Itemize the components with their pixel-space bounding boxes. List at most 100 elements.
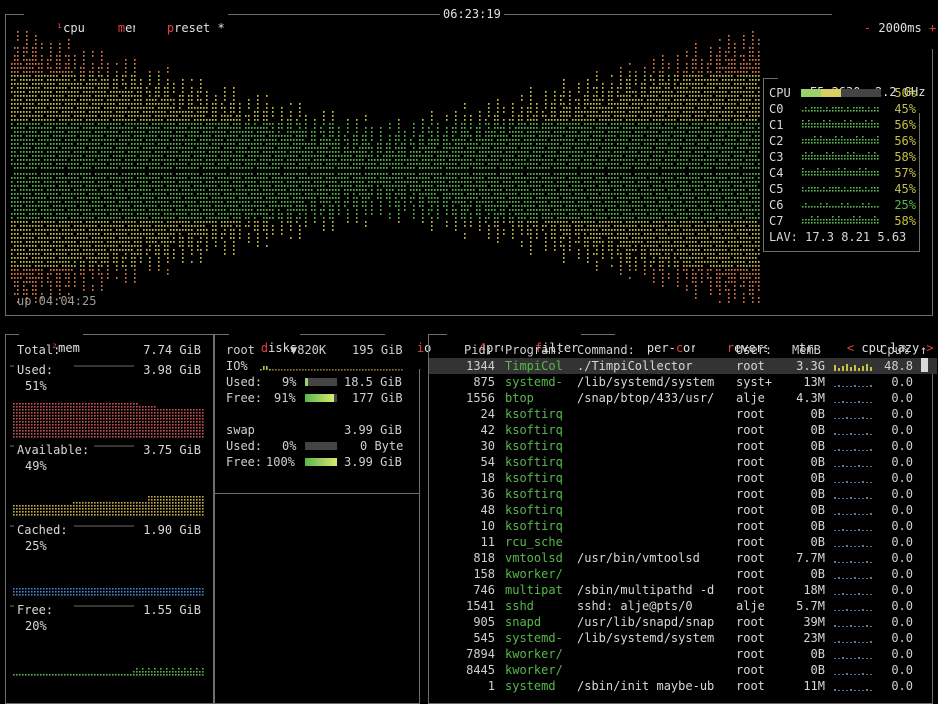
cpu-graph-dot [38, 233, 40, 235]
cpu-graph-dot [359, 147, 361, 149]
cpu-graph-dot [47, 173, 49, 175]
cpu-graph-dot [44, 245, 46, 247]
cpu-graph-dot [191, 91, 193, 93]
cpu-graph-dot [11, 273, 13, 275]
cpu-graph-dot [86, 139, 88, 141]
cpu-graph-dot [317, 173, 319, 175]
cpu-graph-dot [116, 177, 118, 179]
cpu-graph-dot [125, 163, 127, 165]
cpu-graph-dot [275, 205, 277, 207]
cpu-graph-dot [95, 111, 97, 113]
cpu-graph-dot [290, 155, 292, 157]
cpu-graph-dot [113, 151, 115, 153]
cpu-graph-dot [146, 181, 148, 183]
cpu-graph-dot [47, 119, 49, 121]
cpu-graph-dot [392, 189, 394, 191]
cpu-graph-dot [263, 181, 265, 183]
cpu-graph-dot [251, 173, 253, 175]
cpu-graph-dot [65, 241, 67, 243]
cpu-graph-dot [425, 181, 427, 183]
cpu-graph-dot [20, 83, 22, 85]
cpu-graph-dot [125, 123, 127, 125]
cpu-graph-dot [38, 217, 40, 219]
cpu-graph-dot [176, 143, 178, 145]
cpu-graph-dot [74, 173, 76, 175]
cpu-graph-dot [116, 249, 118, 251]
cpu-graph-dot [320, 167, 322, 169]
cpu-graph-dot [398, 201, 400, 203]
cpu-graph-dot [17, 59, 19, 61]
cpu-graph-dot [71, 193, 73, 195]
cpu-graph-dot [41, 221, 43, 223]
cpu-graph-dot [323, 193, 325, 195]
cpu-graph-dot [50, 213, 52, 215]
cpu-graph-dot [449, 167, 451, 169]
cpu-graph-dot [26, 83, 28, 85]
cpu-graph-dot [305, 193, 307, 195]
cpu-graph-dot [182, 103, 184, 105]
cpu-graph-dot [59, 289, 61, 291]
cpu-graph-dot [233, 177, 235, 179]
cpu-graph-dot [56, 115, 58, 117]
cpu-graph-dot [68, 103, 70, 105]
cpu-graph-dot [467, 131, 469, 133]
cpu-graph-dot [11, 205, 13, 207]
cpu-graph-dot [140, 249, 142, 251]
cpu-graph-dot [224, 225, 226, 227]
cpu-graph-dot [503, 209, 505, 211]
cpu-graph-dot [497, 147, 499, 149]
cpu-graph-dot [269, 189, 271, 191]
cpu-graph-dot [134, 139, 136, 141]
cpu-graph-dot [113, 225, 115, 227]
cpu-graph-dot [191, 111, 193, 113]
cpu-graph-dot [494, 119, 496, 121]
cpu-graph-dot [221, 217, 223, 219]
cpu-graph-dot [398, 135, 400, 137]
cpu-graph-dot [155, 87, 157, 89]
cpu-graph-dot [278, 173, 280, 175]
cpu-graph-dot [35, 75, 37, 77]
cpu-graph-dot [119, 241, 121, 243]
cpu-graph-dot [212, 201, 214, 203]
cpu-graph-dot [305, 119, 307, 121]
interval-decrease-button[interactable]: - [864, 21, 871, 35]
cpu-graph-dot [23, 233, 25, 235]
cpu-graph-dot [332, 155, 334, 157]
cpu-graph-dot [92, 261, 94, 263]
cpu-graph-dot [38, 155, 40, 157]
cpu-graph-dot [80, 201, 82, 203]
cpu-graph-dot [80, 99, 82, 101]
cpu-graph-dot [47, 99, 49, 101]
cpu-graph-dot [410, 163, 412, 165]
cpu-graph-dot [47, 185, 49, 187]
cpu-graph-dot [14, 225, 16, 227]
cpu-graph-dot [161, 233, 163, 235]
cpu-graph-dot [242, 173, 244, 175]
cpu-graph-dot [74, 155, 76, 157]
cpu-graph-dot [266, 95, 268, 97]
cpu-graph-dot [80, 193, 82, 195]
cpu-graph-dot [332, 197, 334, 199]
cpu-graph-dot [122, 233, 124, 235]
cpu-graph-dot [197, 245, 199, 247]
cpu-graph-dot [107, 261, 109, 263]
cpu-graph-dot [173, 159, 175, 161]
cpu-graph-dot [431, 185, 433, 187]
cpu-graph-dot [152, 155, 154, 157]
cpu-graph-dot [125, 131, 127, 133]
cpu-graph-dot [92, 249, 94, 251]
cpu-graph-dot [53, 131, 55, 133]
cpu-graph-dot [26, 111, 28, 113]
cpu-graph-dot [134, 217, 136, 219]
cpu-graph-dot [104, 111, 106, 113]
cpu-graph-dot [119, 91, 121, 93]
cpu-graph-dot [236, 167, 238, 169]
cpu-graph-dot [206, 155, 208, 157]
cpu-graph-dot [110, 173, 112, 175]
cpu-graph-dot [23, 217, 25, 219]
cpu-graph-dot [29, 159, 31, 161]
cpu-graph-dot [281, 151, 283, 153]
cpu-graph-dot [77, 229, 79, 231]
interval-increase-button[interactable]: + [929, 21, 936, 35]
cpu-graph-dot [197, 123, 199, 125]
